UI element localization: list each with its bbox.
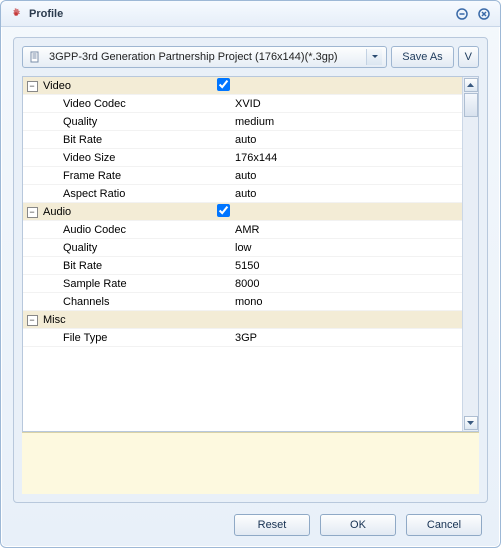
scroll-up-icon[interactable] xyxy=(464,78,478,92)
v-label: V xyxy=(465,51,472,63)
property-grid[interactable]: − Video Video CodecXVID Qualitymedium Bi… xyxy=(23,77,462,431)
app-gear-icon xyxy=(9,7,23,21)
v-button[interactable]: V xyxy=(458,46,479,68)
profile-dropdown[interactable]: 3GPP-3rd Generation Partnership Project … xyxy=(22,46,387,68)
row-audio-codec[interactable]: Audio CodecAMR xyxy=(23,221,462,239)
row-audio-quality[interactable]: Qualitylow xyxy=(23,239,462,257)
group-audio[interactable]: − Audio xyxy=(23,203,462,221)
row-video-bitrate[interactable]: Bit Rateauto xyxy=(23,131,462,149)
row-audio-bitrate[interactable]: Bit Rate5150 xyxy=(23,257,462,275)
group-misc-label: Misc xyxy=(41,314,215,326)
group-video[interactable]: − Video xyxy=(23,77,462,95)
collapse-icon[interactable]: − xyxy=(27,207,38,218)
minimize-button[interactable] xyxy=(454,6,470,22)
description-panel xyxy=(22,432,479,494)
group-misc[interactable]: − Misc xyxy=(23,311,462,329)
group-audio-label: Audio xyxy=(41,206,215,218)
collapse-icon[interactable]: − xyxy=(27,81,38,92)
close-button[interactable] xyxy=(476,6,492,22)
scroll-down-icon[interactable] xyxy=(464,416,478,430)
group-video-label: Video xyxy=(41,80,215,92)
chevron-down-icon xyxy=(366,49,382,65)
scroll-track[interactable] xyxy=(464,93,478,415)
row-audio-channels[interactable]: Channelsmono xyxy=(23,293,462,311)
profile-window: Profile 3GPP-3rd Generation Partnership … xyxy=(0,0,501,548)
reset-button[interactable]: Reset xyxy=(234,514,310,536)
row-audio-samplerate[interactable]: Sample Rate8000 xyxy=(23,275,462,293)
vertical-scrollbar[interactable] xyxy=(462,77,478,431)
titlebar: Profile xyxy=(1,1,500,27)
property-grid-container: − Video Video CodecXVID Qualitymedium Bi… xyxy=(22,76,479,432)
row-video-codec[interactable]: Video CodecXVID xyxy=(23,95,462,113)
audio-enabled-checkbox[interactable] xyxy=(217,204,230,217)
row-video-quality[interactable]: Qualitymedium xyxy=(23,113,462,131)
row-misc-filetype[interactable]: File Type3GP xyxy=(23,329,462,347)
window-title: Profile xyxy=(29,8,448,20)
scroll-thumb[interactable] xyxy=(464,93,478,117)
document-icon xyxy=(29,51,43,63)
row-video-size[interactable]: Video Size176x144 xyxy=(23,149,462,167)
row-video-aspect[interactable]: Aspect Ratioauto xyxy=(23,185,462,203)
footer: Reset OK Cancel xyxy=(1,503,500,547)
profile-selected-text: 3GPP-3rd Generation Partnership Project … xyxy=(49,51,360,63)
cancel-button[interactable]: Cancel xyxy=(406,514,482,536)
ok-button[interactable]: OK xyxy=(320,514,396,536)
save-as-button[interactable]: Save As xyxy=(391,46,453,68)
video-enabled-checkbox[interactable] xyxy=(217,78,230,91)
toolbar: 3GPP-3rd Generation Partnership Project … xyxy=(22,46,479,68)
collapse-icon[interactable]: − xyxy=(27,315,38,326)
main-panel: 3GPP-3rd Generation Partnership Project … xyxy=(13,37,488,503)
save-as-label: Save As xyxy=(402,51,442,63)
row-video-framerate[interactable]: Frame Rateauto xyxy=(23,167,462,185)
